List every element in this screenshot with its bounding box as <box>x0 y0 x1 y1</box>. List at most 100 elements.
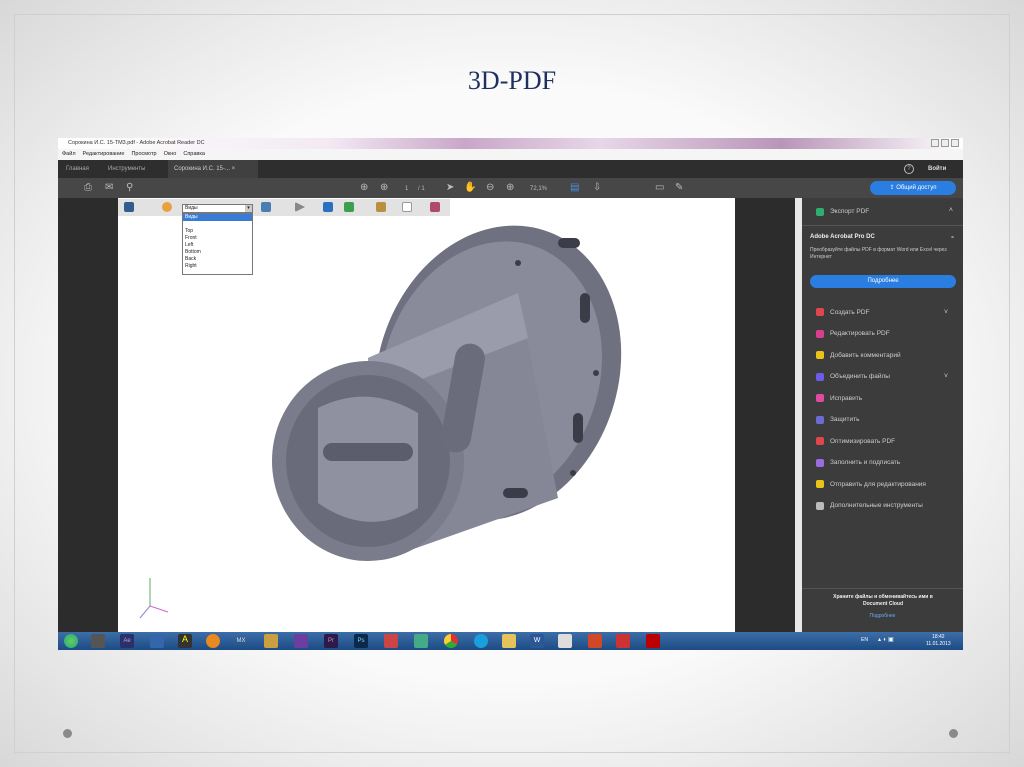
tab-document[interactable]: Сорокина И.С. 15-... × <box>168 160 258 178</box>
axis-triad <box>139 578 169 619</box>
view-option-right[interactable]: Right <box>183 263 252 270</box>
taskbar-app-icon[interactable] <box>91 634 105 648</box>
menu-view[interactable]: Просмотр <box>131 149 156 160</box>
taskbar-app-icon[interactable] <box>384 634 398 648</box>
taskbar-premiere[interactable]: Pr <box>324 634 338 648</box>
tool-label: Добавить комментарий <box>830 351 901 359</box>
cross-section-icon[interactable] <box>430 202 440 212</box>
tool-item[interactable]: Оптимизировать PDF <box>816 437 895 445</box>
tool-item[interactable]: Отправить для редактирования <box>816 480 926 488</box>
page-current[interactable]: 1 <box>405 183 408 195</box>
folder-icon[interactable] <box>502 634 516 648</box>
taskbar-app-icon[interactable] <box>616 634 630 648</box>
lighting-icon[interactable] <box>376 202 386 212</box>
zoom-out-icon[interactable]: ⊖ <box>486 182 494 194</box>
view-option-back[interactable]: Back <box>183 256 252 263</box>
play-animation-icon[interactable] <box>295 202 305 212</box>
slide-title: 3D-PDF <box>467 66 557 95</box>
view-option-bottom[interactable]: Bottom <box>183 249 252 256</box>
learn-more-button[interactable]: Подробнее <box>810 275 956 288</box>
zoom-level[interactable]: 72,1% <box>530 183 547 195</box>
search-icon[interactable]: ⚲ <box>126 182 133 194</box>
chevron-down-icon[interactable]: ▾ <box>245 205 252 212</box>
cloud-learn-more-link[interactable]: Подробнее <box>802 613 963 619</box>
tab-bar: Главная Инструменты Сорокина И.С. 15-...… <box>58 160 963 178</box>
close-button[interactable] <box>951 139 959 147</box>
menu-file[interactable]: Файл <box>62 149 76 160</box>
tool-item[interactable]: Исправить <box>816 394 862 402</box>
menu-help[interactable]: Справка <box>183 149 205 160</box>
chevron-down-icon[interactable]: ˅ <box>944 309 948 316</box>
chrome-icon[interactable] <box>444 634 458 648</box>
tool-item[interactable]: Редактировать PDF <box>816 329 890 338</box>
main-toolbar: ⎙ ✉ ⚲ ⊕ ⊕ 1 / 1 ➤ ✋ ⊖ ⊕ 72,1% ▤ ⇩ ▭ ✎ ⇪ … <box>58 178 963 198</box>
clock[interactable]: 18:42 11.01.2013 <box>926 634 951 648</box>
print-icon[interactable]: ⎙ <box>84 182 92 194</box>
taskbar-app-icon[interactable] <box>558 634 572 648</box>
start-button[interactable] <box>64 634 78 648</box>
promo-text: Преобразуйте файлы PDF в формат Word или… <box>810 247 947 260</box>
taskbar-app-icon[interactable]: A <box>178 634 192 648</box>
select-cursor-icon[interactable]: ➤ <box>446 182 454 194</box>
window-title: Сорокина И.С. 15-ТМ3.pdf - Adobe Acrobat… <box>68 140 205 146</box>
page-total: / 1 <box>418 186 425 192</box>
pen-icon[interactable]: ✎ <box>675 182 683 194</box>
tool-item[interactable]: Заполнить и подписать <box>816 458 900 467</box>
taskbar-photoshop[interactable]: Ps <box>354 634 368 648</box>
taskbar-app-icon[interactable] <box>150 634 164 648</box>
view-option-top[interactable]: Top <box>183 228 252 235</box>
projection-icon[interactable] <box>323 202 333 212</box>
rotate-tool-icon[interactable] <box>124 202 134 212</box>
page-up-icon[interactable]: ⊕ <box>360 182 368 194</box>
email-icon[interactable]: ✉ <box>105 182 113 194</box>
menubar: Файл Редактирование Просмотр Окно Справк… <box>58 149 963 160</box>
share-button[interactable]: ⇪ Общий доступ <box>870 181 956 195</box>
export-pdf-header[interactable]: Экспорт PDF ˄ <box>802 198 963 226</box>
tool-item[interactable]: Объединить файлы ˅ <box>816 372 948 381</box>
help-icon[interactable]: ? <box>904 164 914 174</box>
taskbar-app-icon[interactable] <box>264 634 278 648</box>
model-tree-icon[interactable] <box>261 202 271 212</box>
views-dropdown[interactable]: Виды ▾ <box>182 204 253 213</box>
background-color-icon[interactable] <box>402 202 412 212</box>
zoom-in-icon[interactable]: ⊕ <box>506 182 514 194</box>
home-view-icon[interactable] <box>162 202 172 212</box>
view-option-front[interactable]: Front <box>183 235 252 242</box>
tool-item[interactable]: Защитить <box>816 415 860 424</box>
render-mode-icon[interactable] <box>344 202 354 212</box>
page-view-icon[interactable]: ▤ <box>570 182 579 194</box>
link-icon[interactable]: ⚭ <box>950 234 955 241</box>
taskbar-after-effects[interactable]: Ae <box>120 634 134 648</box>
page-down-icon[interactable]: ⊕ <box>380 182 388 194</box>
taskbar-app-icon[interactable] <box>294 634 308 648</box>
taskbar-app-icon[interactable] <box>414 634 428 648</box>
skype-icon[interactable] <box>474 634 488 648</box>
taskbar-word[interactable]: W <box>530 634 544 648</box>
chevron-up-icon[interactable]: ˄ <box>949 207 953 214</box>
menu-window[interactable]: Окно <box>164 149 177 160</box>
maximize-button[interactable] <box>941 139 949 147</box>
acrobat-icon[interactable] <box>646 634 660 648</box>
language-indicator[interactable]: EN <box>861 637 868 643</box>
vertical-scrollbar[interactable] <box>795 198 802 632</box>
scroll-mode-icon[interactable]: ⇩ <box>593 182 601 194</box>
view-option[interactable]: Виды <box>183 214 252 221</box>
chevron-down-icon[interactable]: ˅ <box>944 373 948 380</box>
tab-tools[interactable]: Инструменты <box>108 160 145 178</box>
menu-edit[interactable]: Редактирование <box>83 149 125 160</box>
taskbar-app-icon[interactable] <box>206 634 220 648</box>
comment-icon[interactable]: ▭ <box>655 182 664 194</box>
tool-label: Исправить <box>830 394 863 402</box>
tool-item[interactable]: Создать PDF ˅ <box>816 308 948 316</box>
tray-icons[interactable]: ▴ ◖ ▣ <box>878 636 894 643</box>
powerpoint-icon[interactable] <box>588 634 602 648</box>
view-option-left[interactable]: Left <box>183 242 252 249</box>
tool-item[interactable]: Добавить комментарий <box>816 351 901 359</box>
tool-label: Оптимизировать PDF <box>830 437 896 445</box>
minimize-button[interactable] <box>931 139 939 147</box>
tool-item[interactable]: Дополнительные инструменты <box>816 501 923 510</box>
hand-tool-icon[interactable]: ✋ <box>464 182 476 194</box>
tab-home[interactable]: Главная <box>66 160 89 178</box>
taskbar-maxon[interactable]: MX <box>234 634 248 648</box>
signin-link[interactable]: Войти <box>928 160 946 178</box>
